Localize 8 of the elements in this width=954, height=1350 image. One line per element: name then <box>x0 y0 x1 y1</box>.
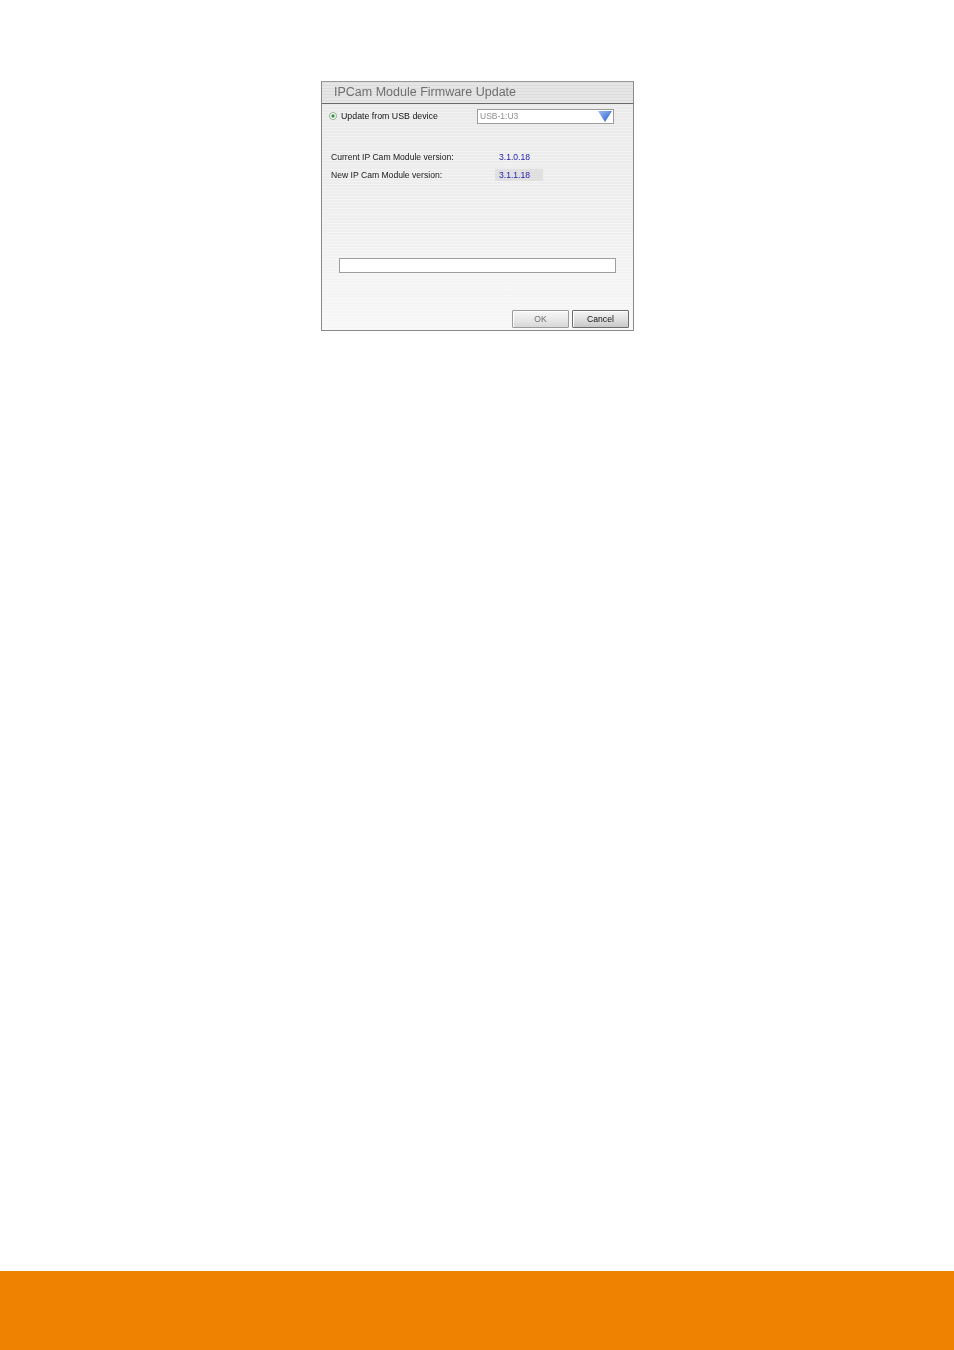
version-value: 3.1.1.18 <box>495 169 543 181</box>
version-value: 3.1.0.18 <box>498 151 532 163</box>
dialog-title: IPCam Module Firmware Update <box>322 82 633 104</box>
radio-icon[interactable] <box>329 112 337 120</box>
version-label: Current IP Cam Module version: <box>331 151 455 163</box>
option-label[interactable]: Update from USB device <box>341 110 477 122</box>
cancel-button[interactable]: Cancel <box>572 310 629 328</box>
version-label: New IP Cam Module version: <box>331 169 444 181</box>
